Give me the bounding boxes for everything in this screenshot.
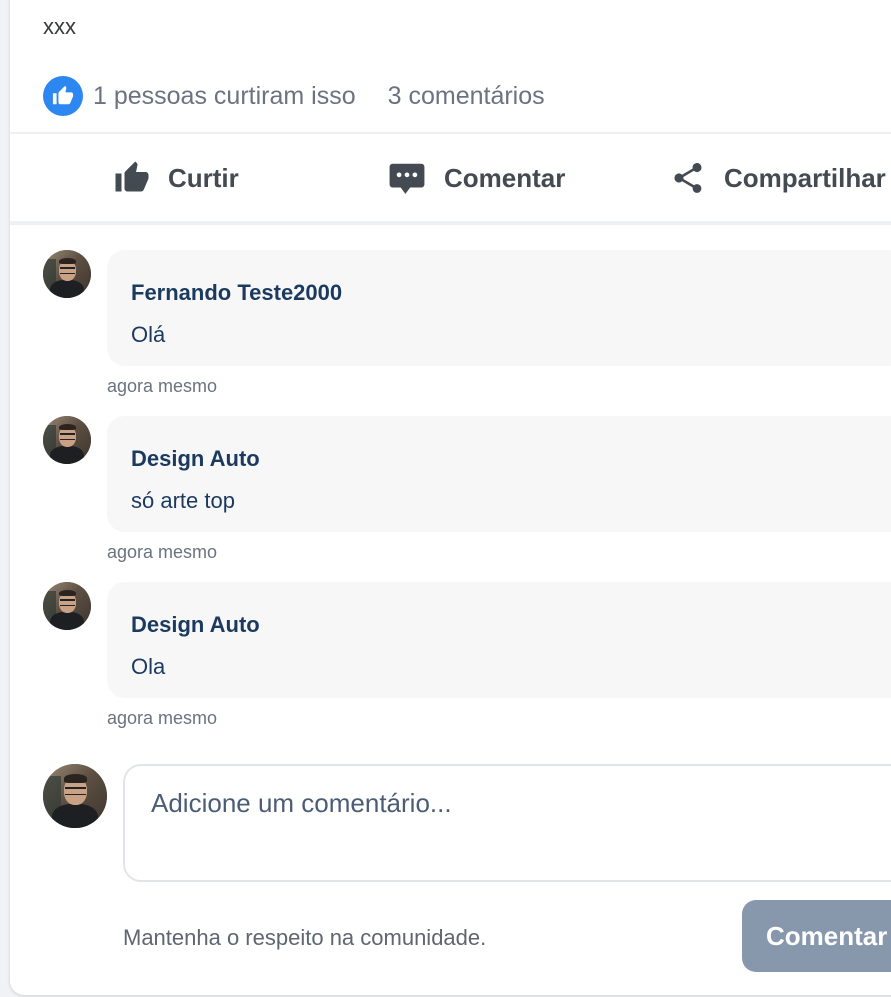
comment-time: agora mesmo bbox=[107, 542, 218, 562]
comment-icon bbox=[389, 163, 425, 194]
like-label: Curtir bbox=[168, 162, 239, 193]
comment-author[interactable]: Design Auto bbox=[131, 612, 260, 638]
comment-text: só arte top bbox=[131, 488, 235, 513]
comment-time: agora mesmo bbox=[107, 708, 218, 728]
comment-text: Ola bbox=[131, 654, 166, 679]
likes-count[interactable]: 1 pessoas curtiram isso bbox=[93, 82, 356, 111]
current-user-avatar bbox=[43, 764, 107, 828]
avatar[interactable] bbox=[43, 416, 91, 464]
post-actions: Curtir Comentar Compartilhar bbox=[10, 134, 891, 222]
share-label: Compartilhar bbox=[724, 162, 886, 193]
share-icon bbox=[674, 162, 702, 193]
thumbs-up-icon bbox=[115, 161, 149, 192]
comment-bubble: Design Auto só arte top bbox=[107, 416, 891, 532]
avatar[interactable] bbox=[43, 250, 91, 298]
comment-bubble: Design Auto Ola bbox=[107, 582, 891, 698]
comment-button[interactable]: Comentar bbox=[388, 134, 565, 222]
avatar[interactable] bbox=[43, 582, 91, 630]
comment-author[interactable]: Design Auto bbox=[131, 446, 260, 472]
thumbs-up-icon bbox=[43, 76, 83, 116]
comments-count[interactable]: 3 comentários bbox=[388, 82, 545, 111]
comment-text: Olá bbox=[131, 322, 166, 347]
comment-bubble: Fernando Teste2000 Olá bbox=[107, 250, 891, 366]
comment-time: agora mesmo bbox=[107, 376, 218, 396]
comment-label: Comentar bbox=[444, 162, 566, 193]
comment-input-box bbox=[123, 764, 891, 882]
community-rules-text: Mantenha o respeito na comunidade. bbox=[123, 925, 487, 950]
submit-comment-button[interactable]: Comentar bbox=[742, 900, 891, 972]
post-text: xxx bbox=[43, 14, 76, 39]
share-button[interactable]: Compartilhar bbox=[670, 134, 886, 222]
post-stats: 1 pessoas curtiram isso 3 comentários bbox=[43, 76, 545, 116]
like-button[interactable]: Curtir bbox=[114, 134, 239, 222]
divider bbox=[10, 221, 891, 225]
comment-input[interactable] bbox=[149, 786, 853, 860]
comment-author[interactable]: Fernando Teste2000 bbox=[131, 280, 342, 306]
